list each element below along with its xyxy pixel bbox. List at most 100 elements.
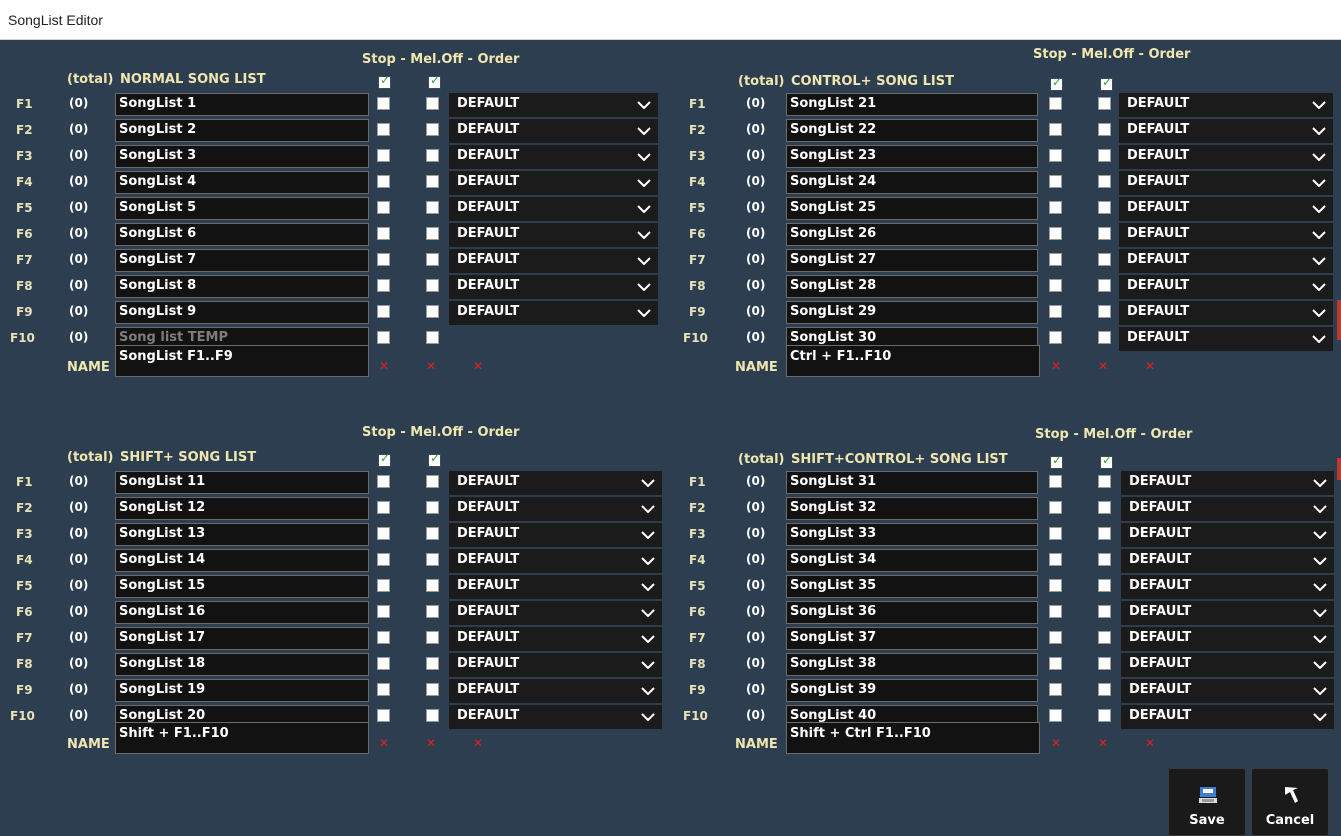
order-select[interactable]: DEFAULT — [1121, 575, 1334, 599]
stop-checkbox[interactable] — [377, 709, 390, 722]
order-select[interactable]: DEFAULT — [1119, 223, 1333, 247]
songlist-name-input[interactable]: SongList 8 — [115, 275, 369, 298]
mel-off-checkbox[interactable] — [426, 123, 439, 136]
songlist-name-input[interactable]: SongList 27 — [786, 249, 1038, 272]
order-select[interactable]: DEFAULT — [449, 497, 662, 521]
order-select[interactable]: DEFAULT — [1119, 93, 1333, 117]
stop-checkbox[interactable] — [377, 227, 390, 240]
mel-off-checkbox[interactable] — [1098, 683, 1111, 696]
mel-off-all-checkbox[interactable]: ✓ — [1100, 75, 1113, 91]
stop-checkbox[interactable] — [1049, 149, 1062, 162]
order-select[interactable]: DEFAULT — [449, 705, 662, 729]
order-select[interactable]: DEFAULT — [1121, 471, 1334, 495]
stop-checkbox[interactable] — [377, 527, 390, 540]
order-select[interactable]: DEFAULT — [1119, 171, 1333, 195]
order-select[interactable]: DEFAULT — [1119, 145, 1333, 169]
songlist-name-input[interactable]: SongList 14 — [115, 549, 369, 572]
stop-checkbox[interactable] — [1049, 683, 1062, 696]
stop-checkbox[interactable] — [1049, 253, 1062, 266]
order-select[interactable]: DEFAULT — [449, 145, 658, 169]
mel-off-checkbox[interactable] — [426, 175, 439, 188]
cancel-button[interactable]: Cancel — [1251, 768, 1329, 836]
stop-checkbox[interactable] — [1049, 305, 1062, 318]
stop-checkbox[interactable] — [377, 579, 390, 592]
songlist-name-input[interactable]: SongList 17 — [115, 627, 369, 650]
stop-checkbox[interactable] — [1049, 709, 1062, 722]
mel-off-checkbox[interactable] — [426, 331, 439, 344]
stop-checkbox[interactable] — [1049, 553, 1062, 566]
mel-off-checkbox[interactable] — [1098, 305, 1111, 318]
order-select[interactable]: DEFAULT — [449, 119, 658, 143]
stop-checkbox[interactable] — [377, 253, 390, 266]
songlist-name-input[interactable]: SongList 2 — [115, 119, 369, 142]
stop-checkbox[interactable] — [1049, 579, 1062, 592]
mel-off-all-checkbox[interactable]: ✓ — [428, 73, 441, 89]
delete-x-icon[interactable]: ✕ — [1145, 736, 1155, 750]
mel-off-checkbox[interactable] — [1098, 227, 1111, 240]
songlist-name-input[interactable]: SongList 1 — [115, 93, 369, 116]
songlist-name-input[interactable]: SongList 24 — [786, 171, 1038, 194]
mel-off-checkbox[interactable] — [426, 579, 439, 592]
delete-x-icon[interactable]: ✕ — [1145, 359, 1155, 373]
order-select[interactable]: DEFAULT — [449, 601, 662, 625]
mel-off-checkbox[interactable] — [426, 553, 439, 566]
delete-x-icon[interactable]: ✕ — [473, 359, 483, 373]
mel-off-checkbox[interactable] — [1098, 709, 1111, 722]
songlist-name-input[interactable]: SongList 5 — [115, 197, 369, 220]
stop-checkbox[interactable] — [377, 605, 390, 618]
mel-off-checkbox[interactable] — [426, 227, 439, 240]
songlist-name-input[interactable]: SongList 19 — [115, 679, 369, 702]
mel-off-checkbox[interactable] — [426, 279, 439, 292]
stop-checkbox[interactable] — [377, 475, 390, 488]
songlist-name-input[interactable]: SongList 13 — [115, 523, 369, 546]
stop-checkbox[interactable] — [1049, 605, 1062, 618]
songlist-name-input[interactable]: SongList 18 — [115, 653, 369, 676]
order-select[interactable]: DEFAULT — [449, 171, 658, 195]
mel-off-checkbox[interactable] — [426, 305, 439, 318]
stop-all-checkbox[interactable]: ✓ — [1050, 75, 1063, 91]
songlist-name-input[interactable]: SongList 3 — [115, 145, 369, 168]
stop-checkbox[interactable] — [377, 279, 390, 292]
mel-off-checkbox[interactable] — [1098, 605, 1111, 618]
delete-x-icon[interactable]: ✕ — [1098, 736, 1108, 750]
songlist-name-input[interactable]: SongList 16 — [115, 601, 369, 624]
stop-all-checkbox[interactable]: ✓ — [1050, 453, 1063, 469]
songlist-group-name-input[interactable]: Shift + Ctrl F1..F10 — [786, 722, 1040, 754]
songlist-name-input[interactable]: SongList 21 — [786, 93, 1038, 116]
order-select[interactable]: DEFAULT — [1119, 301, 1333, 325]
stop-checkbox[interactable] — [377, 683, 390, 696]
delete-x-icon[interactable]: ✕ — [1051, 359, 1061, 373]
mel-off-checkbox[interactable] — [426, 657, 439, 670]
songlist-name-input[interactable]: SongList 38 — [786, 653, 1038, 676]
mel-off-checkbox[interactable] — [1098, 123, 1111, 136]
order-select[interactable]: DEFAULT — [449, 93, 658, 117]
delete-x-icon[interactable]: ✕ — [473, 736, 483, 750]
delete-x-icon[interactable]: ✕ — [379, 359, 389, 373]
stop-checkbox[interactable] — [377, 305, 390, 318]
stop-checkbox[interactable] — [1049, 527, 1062, 540]
songlist-name-input[interactable]: SongList 15 — [115, 575, 369, 598]
stop-checkbox[interactable] — [1049, 97, 1062, 110]
songlist-name-input[interactable]: SongList 36 — [786, 601, 1038, 624]
mel-off-all-checkbox[interactable]: ✓ — [428, 451, 441, 467]
stop-checkbox[interactable] — [377, 201, 390, 214]
mel-off-checkbox[interactable] — [1098, 97, 1111, 110]
order-select[interactable]: DEFAULT — [1121, 497, 1334, 521]
order-select[interactable]: DEFAULT — [1121, 627, 1334, 651]
mel-off-checkbox[interactable] — [426, 201, 439, 214]
mel-off-checkbox[interactable] — [1098, 475, 1111, 488]
stop-checkbox[interactable] — [1049, 201, 1062, 214]
order-select[interactable]: DEFAULT — [449, 223, 658, 247]
songlist-name-input[interactable]: SongList 23 — [786, 145, 1038, 168]
mel-off-checkbox[interactable] — [426, 683, 439, 696]
songlist-group-name-input[interactable]: Shift + F1..F10 — [115, 722, 369, 754]
stop-checkbox[interactable] — [1049, 475, 1062, 488]
order-select[interactable]: DEFAULT — [449, 301, 658, 325]
mel-off-checkbox[interactable] — [1098, 657, 1111, 670]
stop-checkbox[interactable] — [377, 553, 390, 566]
stop-checkbox[interactable] — [1049, 279, 1062, 292]
order-select[interactable]: DEFAULT — [449, 575, 662, 599]
songlist-name-input[interactable]: SongList 26 — [786, 223, 1038, 246]
stop-checkbox[interactable] — [1049, 123, 1062, 136]
delete-x-icon[interactable]: ✕ — [426, 359, 436, 373]
